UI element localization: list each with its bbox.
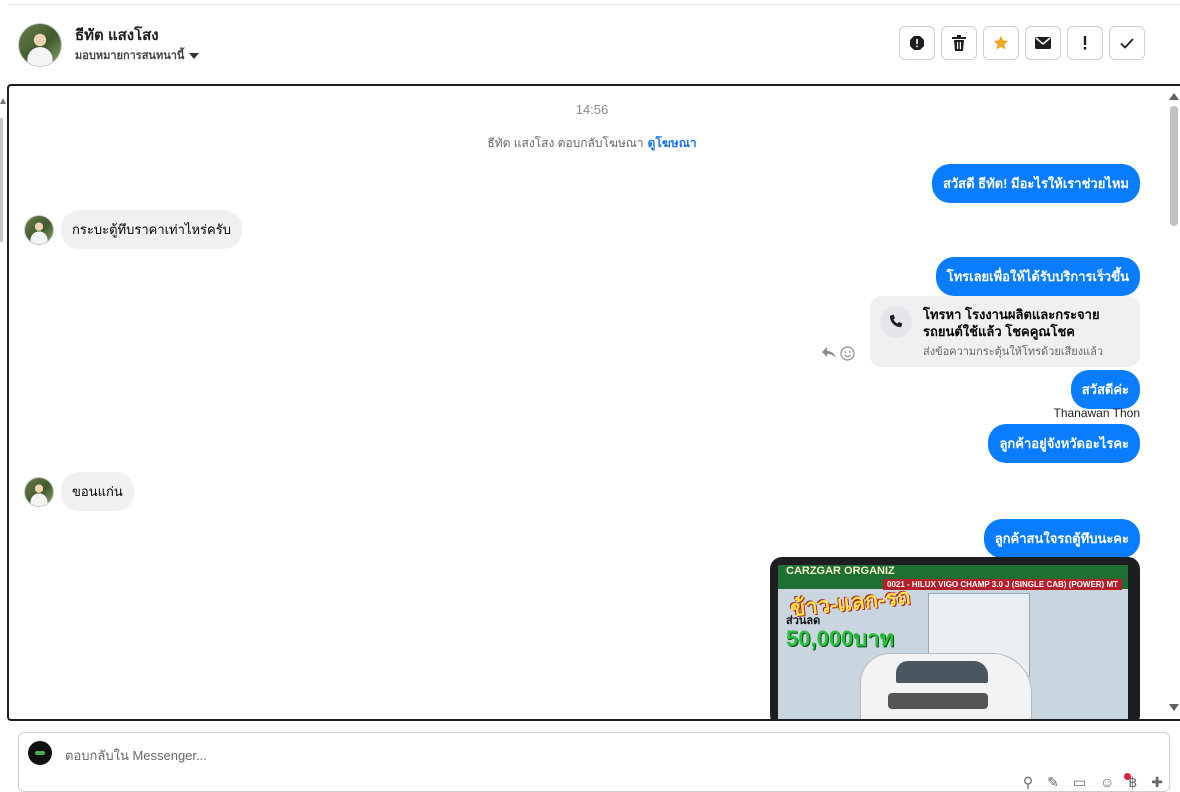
exclamation-icon (1083, 36, 1087, 50)
report-spam-icon (910, 36, 924, 50)
outgoing-message[interactable]: สวัสดีค่ะ (1070, 370, 1140, 409)
contact-avatar-small[interactable] (24, 477, 54, 507)
reply-composer: ⚲ ✎ ▭ ☺ ฿ ✚ (18, 732, 1170, 792)
car-ad-image: CARZGAR ORGANIZ 0021 - HILUX VIGO CHAMP … (778, 565, 1128, 719)
ad-reply-text: ธีทัต แสงโสง ตอบกลับโฆษณา (487, 136, 644, 150)
add-person-icon[interactable]: ⚲ (1023, 775, 1033, 789)
call-card-title: โทรหา โรงงานผลิตและกระจายรถยนต์ใช้แล้ว โ… (923, 307, 1100, 339)
page-avatar (28, 741, 52, 765)
follow-up-button[interactable] (1067, 26, 1103, 60)
delete-button[interactable] (941, 26, 977, 60)
report-spam-button[interactable] (899, 26, 935, 60)
emoji-icon[interactable]: ☺ (1100, 775, 1114, 789)
scroll-up-arrow-left[interactable] (0, 98, 6, 104)
emoji-react-icon[interactable] (840, 346, 855, 361)
truck-windshield (896, 661, 988, 683)
caret-down-icon (189, 53, 200, 60)
attachment-icon[interactable]: ✎ (1047, 775, 1059, 789)
reply-input[interactable] (63, 745, 667, 765)
saved-replies-icon[interactable]: ▭ (1073, 775, 1086, 789)
check-icon (1120, 37, 1134, 49)
truck-grill (888, 693, 988, 709)
scroll-down-arrow[interactable] (1169, 704, 1179, 711)
outgoing-message[interactable]: โทรเลยเพื่อให้ได้รับบริการเร็วขึ้น (935, 257, 1140, 296)
promo-discount-amount: 50,000บาท (786, 626, 895, 651)
image-attachment[interactable]: CARZGAR ORGANIZ 0021 - HILUX VIGO CHAMP … (770, 557, 1140, 719)
contact-avatar-small[interactable] (24, 215, 54, 245)
mark-unread-button[interactable] (1025, 26, 1061, 60)
view-ad-link[interactable]: ดูโฆษณา (648, 136, 697, 150)
contact-name[interactable]: ธีทัต แสงโสง (75, 23, 159, 47)
thread-scrollbar[interactable] (1166, 86, 1180, 719)
header-actions (899, 26, 1145, 60)
outgoing-message[interactable]: ลูกค้าสนใจรถตู้ทึบนะคะ (983, 519, 1140, 558)
message-reactions (821, 346, 855, 361)
message-timestamp: 14:56 (575, 102, 609, 117)
incoming-message[interactable]: ขอนแก่น (61, 472, 134, 511)
contact-avatar[interactable] (18, 23, 62, 67)
poster-model-text: 0021 - HILUX VIGO CHAMP 3.0 J (SINGLE CA… (883, 579, 1122, 590)
more-actions-icon[interactable]: ✚ (1151, 775, 1163, 789)
assign-label: มอบหมายการสนทนานี้ (75, 50, 185, 62)
trash-icon (952, 35, 966, 51)
ad-reply-notice: ธีทัต แสงโสง ตอบกลับโฆษณา ดูโฆษณา (9, 134, 1175, 153)
call-card-subtitle: ส่งข้อความกระตุ้นให้โทรด้วยเสียงแล้ว (923, 346, 1104, 358)
mail-icon (1035, 37, 1051, 49)
call-prompt-card[interactable]: โทรหา โรงงานผลิตและกระจายรถยนต์ใช้แล้ว โ… (870, 296, 1140, 367)
conversation-header: ธีทัต แสงโสง มอบหมายการสนทนานี้ (0, 5, 1180, 83)
reply-icon[interactable] (821, 346, 837, 360)
assign-conversation-dropdown[interactable]: มอบหมายการสนทนานี้ (75, 46, 200, 64)
composer-toolbar: ⚲ ✎ ▭ ☺ ฿ ✚ (1023, 775, 1163, 789)
outgoing-message[interactable]: ลูกค้าอยู่จังหวัดอะไรคะ (988, 424, 1140, 463)
star-button[interactable] (983, 26, 1019, 60)
phone-icon (880, 306, 912, 338)
mark-done-button[interactable] (1109, 26, 1145, 60)
incoming-message[interactable]: กระบะตู้ทึบราคาเท่าไหร่ครับ (61, 210, 242, 249)
notification-dot (1124, 773, 1131, 780)
outgoing-message[interactable]: สวัสดี ธีทัต! มีอะไรให้เราช่วยไหม (931, 164, 1140, 203)
scrollbar-thumb[interactable] (1170, 106, 1178, 226)
scroll-up-arrow[interactable] (1169, 93, 1179, 100)
message-thread: 14:56 ธีทัต แสงโสง ตอบกลับโฆษณา ดูโฆษณา ส… (7, 84, 1180, 721)
star-icon (993, 35, 1009, 50)
left-scrollbar[interactable] (0, 118, 3, 242)
sender-name: Thanawan Thon (1053, 406, 1140, 420)
